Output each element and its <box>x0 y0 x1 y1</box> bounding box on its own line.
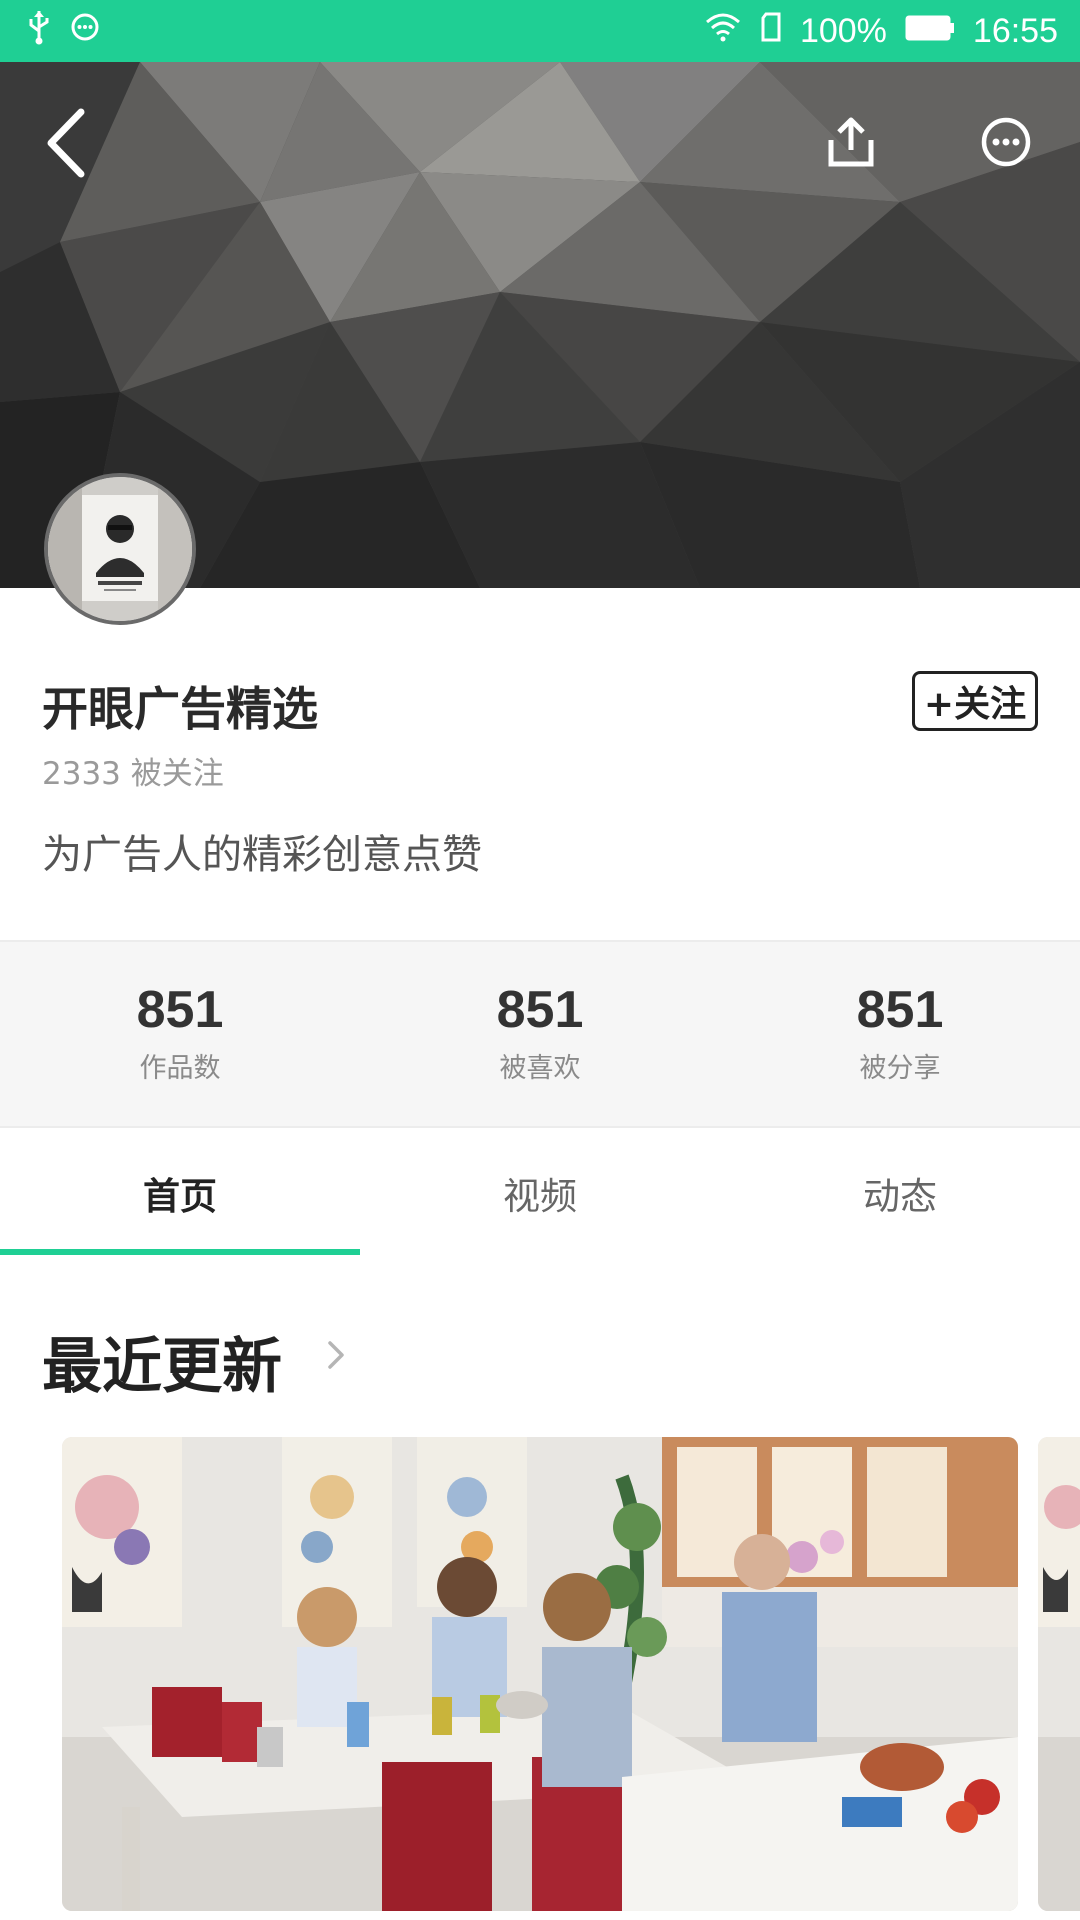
avatar[interactable] <box>44 473 196 625</box>
video-card[interactable] <box>62 1437 1018 1911</box>
status-bar: 100% 16:55 <box>0 0 1080 62</box>
profile-bio: 为广告人的精彩创意点赞 <box>42 832 482 878</box>
more-icon <box>981 117 1031 167</box>
chevron-right-icon[interactable] <box>322 1335 352 1375</box>
back-button[interactable] <box>30 98 100 188</box>
more-button[interactable] <box>970 102 1042 182</box>
wifi-icon <box>704 12 742 51</box>
share-icon <box>828 117 874 167</box>
battery-percent: 100% <box>799 11 887 50</box>
tab-video[interactable]: 视频 <box>360 1130 720 1255</box>
battery-icon <box>905 12 955 51</box>
stat-likes[interactable]: 851 被喜欢 <box>360 942 720 1126</box>
status-right: 100% 16:55 <box>704 12 1058 51</box>
tab-activity[interactable]: 动态 <box>720 1130 1080 1255</box>
stat-label: 被分享 <box>859 1052 941 1084</box>
profile-name: 开眼广告精选 <box>42 682 318 736</box>
followers-count: 2333 被关注 <box>42 756 224 792</box>
tab-bar: 首页 视频 动态 <box>0 1130 1080 1255</box>
follow-button[interactable]: +关注 <box>912 671 1038 731</box>
message-icon <box>70 11 100 51</box>
video-thumbnail <box>1038 1437 1080 1911</box>
usb-icon <box>26 9 52 54</box>
status-left <box>26 9 100 54</box>
stat-label: 被喜欢 <box>499 1052 581 1084</box>
share-button[interactable] <box>815 102 887 182</box>
stats-bar: 851 作品数 851 被喜欢 851 被分享 <box>0 940 1080 1128</box>
sim-icon <box>760 12 782 51</box>
stat-shares[interactable]: 851 被分享 <box>720 942 1080 1126</box>
stat-works[interactable]: 851 作品数 <box>0 942 360 1126</box>
stat-value: 851 <box>136 980 224 1039</box>
clock: 16:55 <box>972 11 1058 50</box>
video-card-next[interactable] <box>1038 1437 1080 1911</box>
stat-value: 851 <box>856 980 944 1039</box>
video-thumbnail <box>62 1437 1018 1911</box>
avatar-image <box>48 477 192 621</box>
tab-home[interactable]: 首页 <box>0 1130 360 1255</box>
section-title[interactable]: 最近更新 <box>42 1318 282 1405</box>
chevron-left-icon <box>47 108 85 178</box>
stat-label: 作品数 <box>139 1052 221 1084</box>
stat-value: 851 <box>496 980 584 1039</box>
